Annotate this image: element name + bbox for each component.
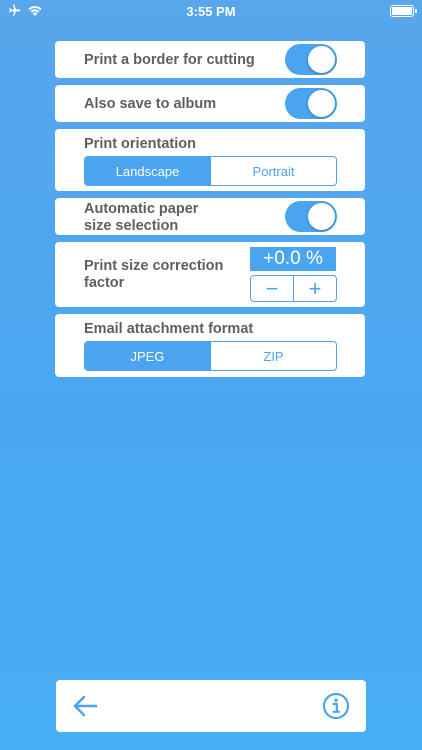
setting-size-correction-card: Print size correction factor +0.0 % − +: [55, 242, 365, 307]
setting-album-card: Also save to album: [55, 85, 365, 122]
border-toggle[interactable]: [285, 44, 337, 75]
setting-album-label: Also save to album: [84, 96, 217, 112]
back-arrow-icon: [73, 695, 98, 717]
orientation-option-portrait[interactable]: Portrait: [210, 157, 336, 185]
album-toggle[interactable]: [285, 88, 337, 119]
email-format-segmented-control: JPEG ZIP: [84, 341, 337, 371]
email-format-label: Email attachment format: [84, 321, 254, 337]
size-correction-stepper: − +: [250, 275, 337, 302]
setting-auto-paper-label-line2: size selection: [84, 218, 179, 234]
orientation-segmented-control: Landscape Portrait: [84, 156, 337, 186]
auto-paper-toggle[interactable]: [285, 201, 337, 232]
setting-border-label: Print a border for cutting: [84, 52, 255, 68]
info-button[interactable]: [322, 692, 350, 720]
setting-auto-paper-label-line1: Automatic paper: [84, 201, 199, 217]
setting-auto-paper-card: Automatic paper size selection: [55, 198, 365, 235]
setting-border-card: Print a border for cutting: [55, 41, 365, 78]
setting-orientation-label: Print orientation: [84, 136, 196, 152]
decrement-button[interactable]: −: [251, 276, 293, 301]
increment-button[interactable]: +: [293, 276, 336, 301]
status-time: 3:55 PM: [186, 4, 236, 19]
toggle-knob: [308, 90, 335, 117]
email-format-option-jpeg[interactable]: JPEG: [85, 342, 210, 370]
setting-orientation-card: Print orientation Landscape Portrait: [55, 129, 365, 191]
battery-icon: [390, 5, 417, 17]
toggle-knob: [308, 46, 335, 73]
email-format-option-zip[interactable]: ZIP: [210, 342, 336, 370]
info-icon: [322, 692, 350, 720]
status-right-icons: [390, 5, 417, 17]
setting-email-format-card: Email attachment format JPEG ZIP: [55, 314, 365, 377]
size-correction-label-line1: Print size correction: [84, 258, 224, 274]
bottom-bar: [56, 680, 366, 732]
size-correction-value: +0.0 %: [250, 247, 336, 271]
toggle-knob: [308, 203, 335, 230]
orientation-option-landscape[interactable]: Landscape: [85, 157, 210, 185]
size-correction-label-line2: factor: [84, 275, 125, 291]
back-button[interactable]: [71, 693, 99, 719]
status-bar: 3:55 PM: [0, 0, 422, 22]
